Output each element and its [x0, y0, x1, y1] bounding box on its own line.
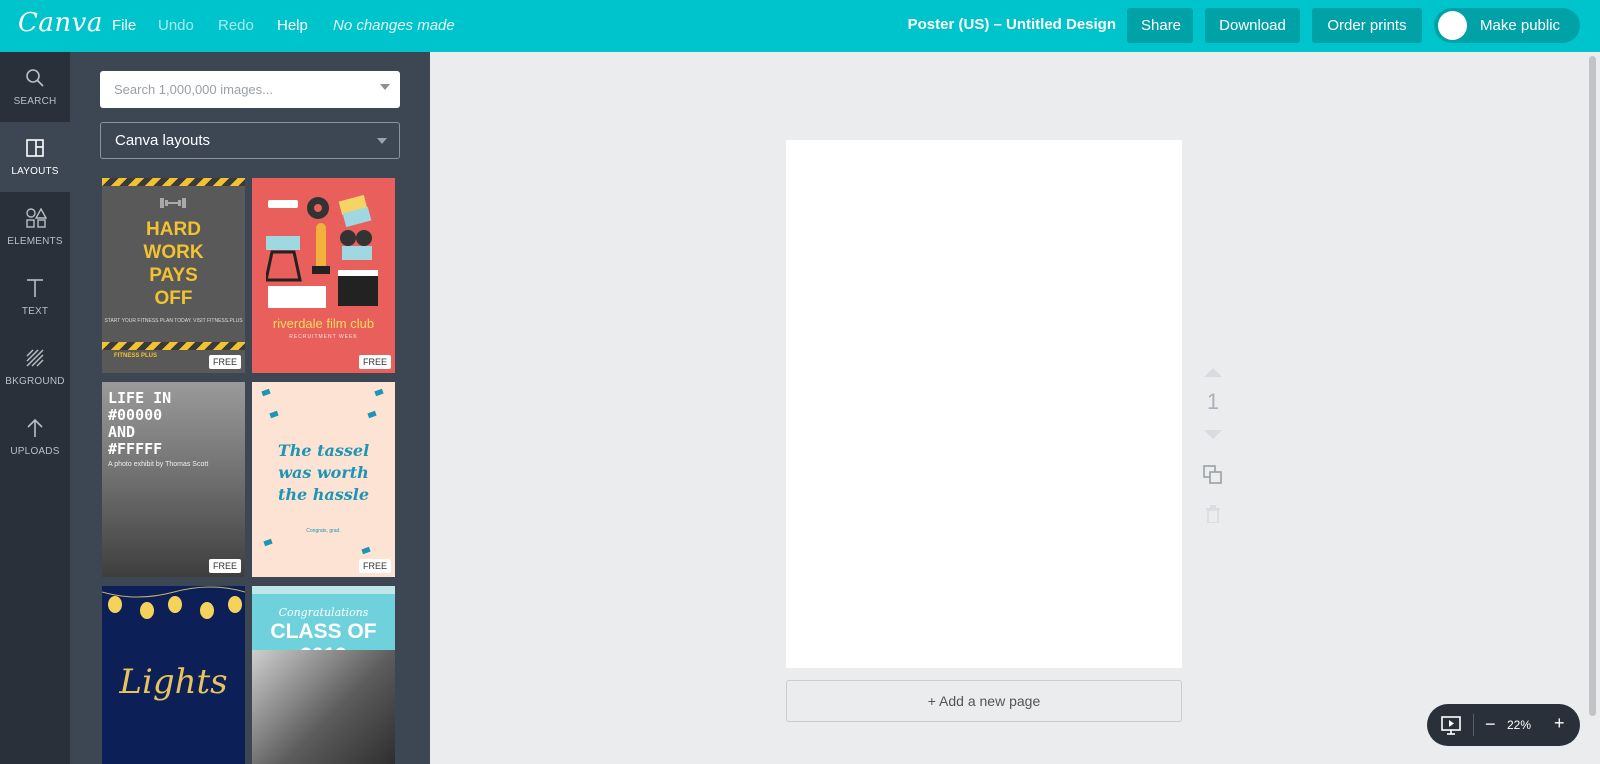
upload-icon	[27, 418, 43, 437]
design-page[interactable]	[786, 140, 1182, 668]
bulb-icon	[168, 596, 182, 613]
redo-button[interactable]: Redo	[218, 17, 254, 34]
film-illustration	[266, 194, 378, 308]
toggle-knob	[1438, 11, 1467, 40]
template-quote: The tassel was worth the hassle	[277, 441, 370, 504]
left-nav: SEARCH LAYOUTS ELEMENTS TEXT BKGROUND UP…	[0, 52, 70, 764]
nav-label: UPLOADS	[10, 446, 60, 457]
present-icon[interactable]	[1441, 715, 1461, 735]
template-script: Congratulations	[278, 606, 369, 619]
background-icon	[26, 349, 44, 367]
grad-cap-icon	[269, 410, 279, 419]
free-badge: FREE	[208, 559, 241, 573]
bulb-icon	[228, 596, 242, 613]
canva-logo[interactable]: Canva	[18, 8, 103, 38]
make-public-toggle[interactable]: Make public	[1434, 8, 1580, 43]
document-title[interactable]: Poster (US) – Untitled Design	[908, 16, 1116, 33]
undo-button[interactable]: Undo	[158, 17, 194, 34]
nav-elements[interactable]: ELEMENTS	[0, 192, 70, 262]
layouts-icon	[26, 139, 44, 157]
grad-cap-icon	[261, 388, 271, 397]
text-icon	[27, 279, 43, 297]
save-status: No changes made	[333, 17, 455, 34]
template-tassel[interactable]: The tassel was worth the hassle Congrats…	[252, 382, 395, 577]
grad-cap-icon	[361, 546, 371, 555]
template-class-of-2019[interactable]: Congratulations CLASS OF 2019	[252, 586, 395, 764]
nav-label: LAYOUTS	[11, 166, 59, 177]
bulb-icon	[108, 596, 122, 613]
template-script: Lights	[119, 662, 228, 702]
nav-label: ELEMENTS	[7, 236, 63, 247]
top-bar: Canva File Undo Redo Help No changes mad…	[0, 0, 1600, 52]
make-public-label: Make public	[1480, 17, 1561, 34]
move-page-up-icon[interactable]	[1204, 368, 1222, 377]
hazard-stripe	[102, 342, 245, 350]
template-subtitle: RECRUITMENT WEEK	[289, 334, 358, 340]
elements-icon	[26, 208, 47, 228]
nav-layouts[interactable]: LAYOUTS	[0, 122, 70, 192]
template-small-text: A photo exhibit by Thomas Scott	[108, 461, 209, 468]
help-menu[interactable]: Help	[277, 17, 308, 34]
template-life-in-bw[interactable]: LIFE IN #00000 AND #FFFFF A photo exhibi…	[102, 382, 245, 577]
page-number: 1	[1206, 389, 1220, 414]
template-lights[interactable]: Lights	[102, 586, 245, 764]
trash-icon[interactable]	[1205, 505, 1221, 523]
free-badge: FREE	[358, 355, 391, 369]
template-headline: LIFE IN #00000 AND #FFFFF	[108, 389, 172, 458]
template-film-club[interactable]: riverdale film club RECRUITMENT WEEK FRE…	[252, 178, 395, 373]
layouts-panel: Canva layouts HARD WORK PAYS OFF START Y…	[70, 52, 430, 764]
chevron-down-icon[interactable]	[380, 84, 390, 90]
image-search-input[interactable]	[100, 71, 400, 108]
nav-text[interactable]: TEXT	[0, 262, 70, 332]
share-button[interactable]: Share	[1127, 8, 1193, 43]
copy-page-icon[interactable]	[1203, 465, 1223, 485]
download-button[interactable]: Download	[1205, 8, 1300, 43]
selected-category: Canva layouts	[115, 132, 211, 149]
nav-search[interactable]: SEARCH	[0, 52, 70, 122]
search-icon	[26, 69, 44, 87]
free-badge: FREE	[358, 559, 391, 573]
hazard-stripe	[102, 178, 245, 186]
grad-cap-icon	[367, 410, 377, 419]
grad-cap-icon	[263, 538, 273, 547]
add-page-button[interactable]: + Add a new page	[786, 680, 1182, 722]
zoom-level: 22%	[1507, 718, 1532, 732]
layouts-category-select[interactable]: Canva layouts	[100, 122, 400, 159]
template-hard-work[interactable]: HARD WORK PAYS OFF START YOUR FITNESS PL…	[102, 178, 245, 373]
move-page-down-icon[interactable]	[1204, 430, 1222, 439]
zoom-in-button[interactable]: +	[1554, 713, 1565, 734]
bulb-icon	[140, 602, 154, 619]
template-small-text: START YOUR FITNESS PLAN TODAY. VISIT FIT…	[104, 318, 243, 324]
chevron-down-icon	[377, 138, 387, 144]
nav-uploads[interactable]: UPLOADS	[0, 402, 70, 472]
order-prints-button[interactable]: Order prints	[1312, 8, 1422, 43]
vertical-scrollbar[interactable]	[1589, 56, 1596, 716]
nav-background[interactable]: BKGROUND	[0, 332, 70, 402]
bulb-icon	[200, 602, 214, 619]
nav-label: TEXT	[21, 306, 49, 317]
dumbbell-icon	[160, 198, 186, 208]
zoom-control: − 22% +	[1427, 704, 1580, 746]
template-headline: HARD WORK PAYS OFF	[143, 219, 204, 309]
nav-label: SEARCH	[13, 96, 57, 107]
zoom-out-button[interactable]: −	[1485, 714, 1496, 735]
template-small-text: Congrats, grad.	[306, 528, 341, 534]
free-badge: FREE	[208, 355, 241, 369]
divider	[1473, 714, 1474, 736]
template-title: riverdale film club	[272, 316, 375, 331]
file-menu[interactable]: File	[112, 17, 136, 34]
nav-label: BKGROUND	[5, 376, 65, 387]
template-brand: FITNESS PLUS	[114, 353, 158, 359]
template-photo	[252, 650, 395, 764]
grad-cap-icon	[374, 388, 384, 397]
